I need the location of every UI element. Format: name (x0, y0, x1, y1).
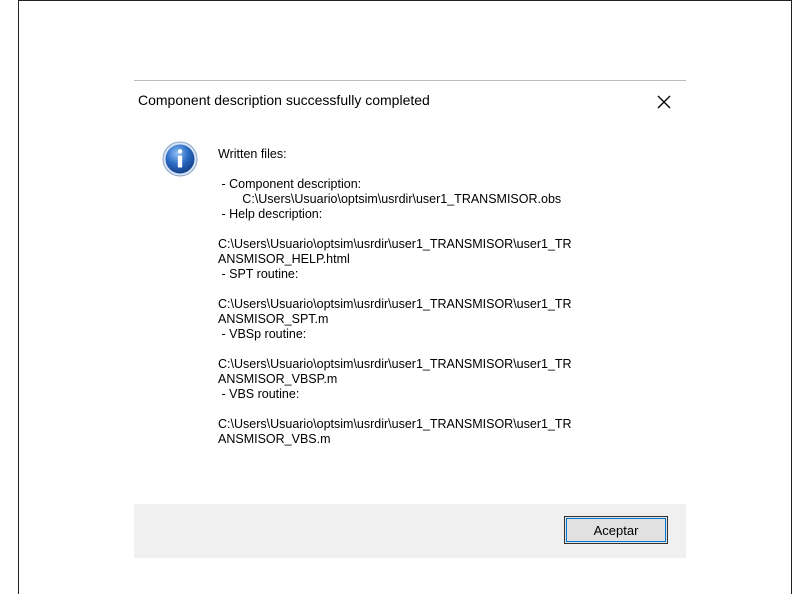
message-line (218, 342, 658, 357)
message-line: ANSMISOR_VBS.m (218, 432, 331, 446)
message-dialog: Component description successfully compl… (134, 80, 686, 558)
message-line: - VBSp routine: (218, 327, 307, 341)
dialog-footer: Aceptar (134, 504, 686, 558)
accept-button[interactable]: Aceptar (564, 516, 668, 544)
information-icon (162, 141, 198, 177)
message-line: C:\Users\Usuario\optsim\usrdir\user1_TRA… (218, 417, 572, 431)
message-line (218, 402, 658, 417)
message-line: - SPT routine: (218, 267, 299, 281)
message-line: Written files: (218, 147, 287, 161)
message-line: ANSMISOR_HELP.html (218, 252, 350, 266)
message-line: C:\Users\Usuario\optsim\usrdir\user1_TRA… (218, 357, 572, 371)
dialog-titlebar[interactable]: Component description successfully compl… (134, 81, 686, 121)
message-line (218, 162, 658, 177)
message-text: Written files: - Component description: … (218, 147, 658, 447)
message-line: ANSMISOR_SPT.m (218, 312, 329, 326)
message-line: C:\Users\Usuario\optsim\usrdir\user1_TRA… (218, 192, 562, 206)
screen: Component description successfully compl… (0, 0, 804, 594)
message-line: C:\Users\Usuario\optsim\usrdir\user1_TRA… (218, 237, 572, 251)
message-line: - Component description: (218, 177, 362, 191)
window-border-top (18, 0, 792, 1)
message-line: - Help description: (218, 207, 323, 221)
message-line: C:\Users\Usuario\optsim\usrdir\user1_TRA… (218, 297, 572, 311)
dialog-title: Component description successfully compl… (138, 92, 430, 108)
window-border-left (18, 0, 19, 594)
message-line: ANSMISOR_VBSP.m (218, 372, 338, 386)
window-border-right (791, 0, 792, 594)
close-button[interactable] (646, 89, 682, 115)
message-line (218, 282, 658, 297)
message-line (218, 222, 658, 237)
message-line: - VBS routine: (218, 387, 300, 401)
close-icon (657, 95, 671, 109)
